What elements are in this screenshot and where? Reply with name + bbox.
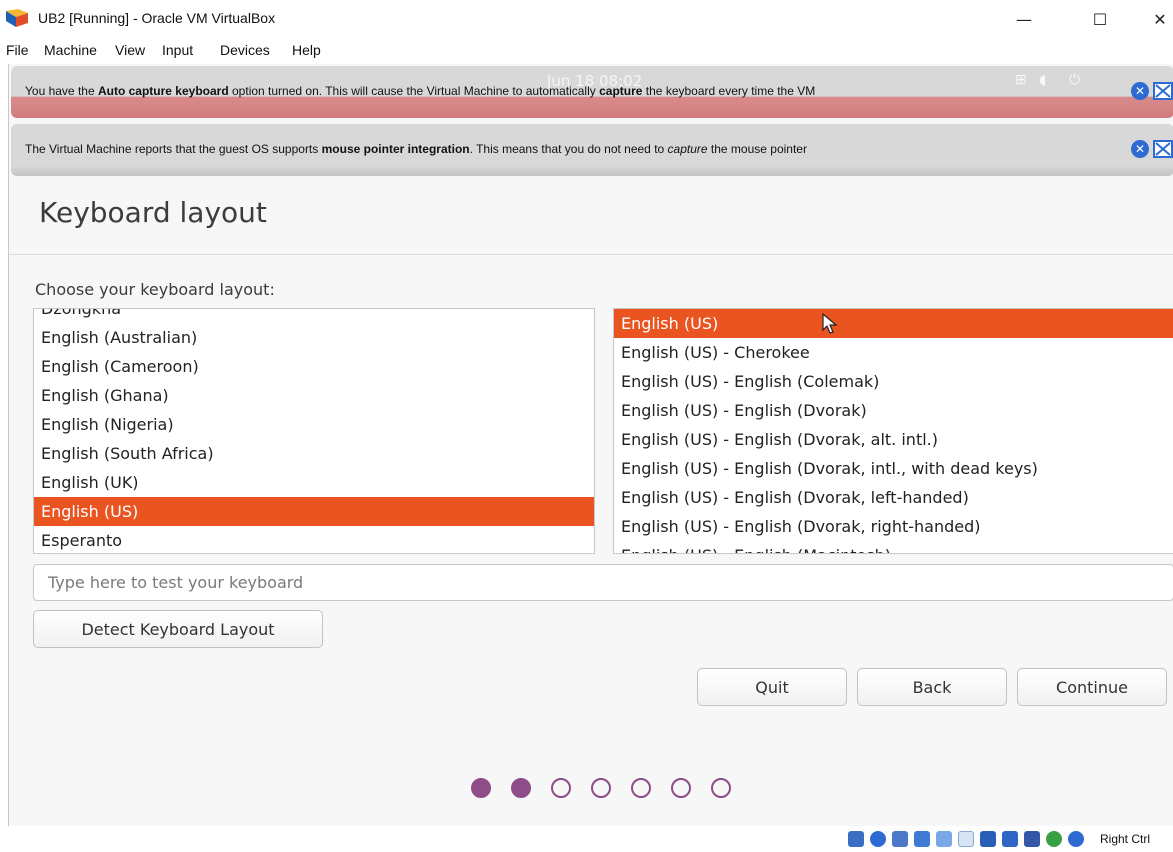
page-title: Keyboard layout bbox=[39, 196, 267, 229]
mouse-integration-icon[interactable] bbox=[1046, 831, 1062, 847]
auto-capture-message: You have the Auto capture keyboard optio… bbox=[25, 84, 816, 98]
video-capture-icon[interactable] bbox=[1002, 831, 1018, 847]
layout-list[interactable]: Dzongkha English (Australian) English (C… bbox=[33, 308, 595, 554]
dismiss-forever-icon[interactable] bbox=[1153, 138, 1173, 160]
keyboard-test-input[interactable] bbox=[33, 564, 1173, 601]
mouse-integration-message: The Virtual Machine reports that the gue… bbox=[25, 142, 807, 156]
step-dot bbox=[631, 778, 651, 798]
guest-volume-icon: ◖ bbox=[1039, 72, 1047, 88]
minimize-button[interactable]: — bbox=[1006, 6, 1042, 32]
window-title: UB2 [Running] - Oracle VM VirtualBox bbox=[38, 10, 276, 26]
list-item[interactable]: Dzongkha bbox=[34, 309, 594, 323]
header-divider bbox=[9, 254, 1173, 255]
list-item[interactable]: English (Ghana) bbox=[34, 381, 594, 410]
list-item[interactable]: English (Nigeria) bbox=[34, 410, 594, 439]
menu-help[interactable]: Help bbox=[292, 42, 321, 58]
menu-view[interactable]: View bbox=[115, 42, 145, 58]
keyboard-capture-icon[interactable] bbox=[1068, 831, 1084, 847]
step-dot bbox=[711, 778, 731, 798]
list-item-selected[interactable]: English (US) bbox=[614, 309, 1173, 338]
dismiss-forever-icon[interactable] bbox=[1153, 80, 1173, 102]
guest-network-icon: ⊞ bbox=[1015, 72, 1027, 88]
step-dot bbox=[591, 778, 611, 798]
maximize-button[interactable]: ☐ bbox=[1082, 6, 1118, 32]
cpu-icon[interactable] bbox=[1024, 831, 1040, 847]
audio-icon[interactable] bbox=[892, 831, 908, 847]
menubar: File Machine View Input Devices Help bbox=[0, 38, 1173, 64]
menu-machine[interactable]: Machine bbox=[44, 42, 97, 58]
back-button[interactable]: Back bbox=[857, 668, 1007, 706]
step-dot-completed bbox=[471, 778, 491, 798]
continue-button[interactable]: Continue bbox=[1017, 668, 1167, 706]
list-item-selected[interactable]: English (US) bbox=[34, 497, 594, 526]
hard-disk-icon[interactable] bbox=[848, 831, 864, 847]
list-item[interactable]: English (US) - English (Dvorak, intl., w… bbox=[614, 454, 1173, 483]
mouse-cursor-icon bbox=[822, 313, 838, 334]
list-item[interactable]: English (US) - Cherokee bbox=[614, 338, 1173, 367]
network-icon[interactable] bbox=[914, 831, 930, 847]
close-window-button[interactable]: ✕ bbox=[1142, 6, 1173, 32]
list-item[interactable]: English (UK) bbox=[34, 468, 594, 497]
list-item[interactable]: English (US) - English (Dvorak) bbox=[614, 396, 1173, 425]
close-notification-icon[interactable]: ✕ bbox=[1131, 82, 1149, 100]
quit-button[interactable]: Quit bbox=[697, 668, 847, 706]
detect-keyboard-layout-button[interactable]: Detect Keyboard Layout bbox=[33, 610, 323, 648]
list-item[interactable]: English (South Africa) bbox=[34, 439, 594, 468]
display-icon[interactable] bbox=[980, 831, 996, 847]
list-item[interactable]: English (US) - English (Dvorak, right-ha… bbox=[614, 512, 1173, 541]
layout-prompt: Choose your keyboard layout: bbox=[35, 280, 275, 299]
list-item[interactable]: English (US) - English (Macintosh) bbox=[614, 541, 1173, 553]
list-item[interactable]: English (US) - English (Dvorak, alt. int… bbox=[614, 425, 1173, 454]
usb-icon[interactable] bbox=[936, 831, 952, 847]
optical-drive-icon[interactable] bbox=[870, 831, 886, 847]
list-item[interactable]: Esperanto bbox=[34, 526, 594, 553]
menu-file[interactable]: File bbox=[6, 42, 29, 58]
step-dot-completed bbox=[511, 778, 531, 798]
list-item[interactable]: English (Cameroon) bbox=[34, 352, 594, 381]
step-dot bbox=[551, 778, 571, 798]
vm-statusbar: Right Ctrl bbox=[0, 826, 1173, 852]
step-dot bbox=[671, 778, 691, 798]
vm-display[interactable]: Jun 18 08:02 ⊞ ◖ ⏻ You have the Auto cap… bbox=[8, 64, 1173, 826]
shared-folders-icon[interactable] bbox=[958, 831, 974, 847]
virtualbox-app-icon bbox=[6, 9, 28, 27]
mouse-integration-notification: The Virtual Machine reports that the gue… bbox=[11, 124, 1173, 176]
window-titlebar: UB2 [Running] - Oracle VM VirtualBox — ☐… bbox=[0, 0, 1173, 38]
variant-list[interactable]: English (US) English (US) - Cherokee Eng… bbox=[613, 308, 1173, 554]
guest-power-icon: ⏻ bbox=[1069, 72, 1081, 88]
list-item[interactable]: English (US) - English (Dvorak, left-han… bbox=[614, 483, 1173, 512]
menu-devices[interactable]: Devices bbox=[220, 42, 270, 58]
menu-input[interactable]: Input bbox=[162, 42, 193, 58]
close-notification-icon[interactable]: ✕ bbox=[1131, 140, 1149, 158]
auto-capture-notification: Jun 18 08:02 ⊞ ◖ ⏻ You have the Auto cap… bbox=[11, 66, 1173, 118]
list-item[interactable]: English (US) - English (Colemak) bbox=[614, 367, 1173, 396]
list-item[interactable]: English (Australian) bbox=[34, 323, 594, 352]
host-key-label: Right Ctrl bbox=[1100, 832, 1151, 846]
